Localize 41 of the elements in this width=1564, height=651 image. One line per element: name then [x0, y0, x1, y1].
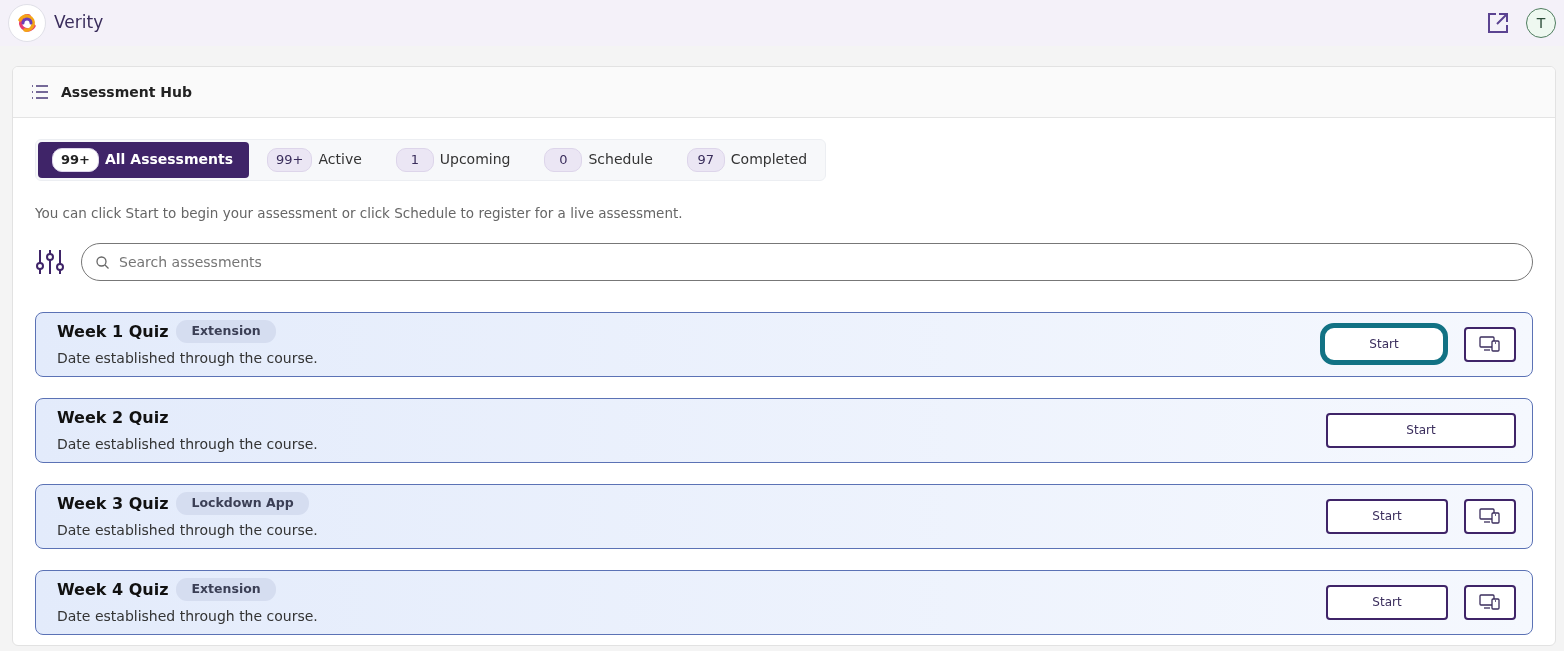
count-badge: 99+: [267, 148, 313, 172]
count-badge: 1: [395, 148, 434, 172]
start-button[interactable]: Start: [1326, 412, 1516, 448]
app-name: Verity: [54, 11, 104, 35]
filter-tab[interactable]: 99+ Active: [253, 142, 378, 178]
assessment-tag: Extension: [176, 578, 276, 602]
start-button[interactable]: Start: [1320, 323, 1448, 366]
assessment-title: Week 3 Quiz: [57, 492, 169, 515]
assessment-date: Date established through the course.: [57, 606, 318, 626]
filter-tab[interactable]: 99+ All Assessments: [38, 142, 250, 178]
app-logo-icon: [8, 4, 46, 42]
filter-sliders-icon[interactable]: [35, 247, 65, 276]
devices-icon: [1479, 336, 1501, 353]
user-avatar[interactable]: T: [1526, 8, 1556, 38]
assessment-title: Week 1 Quiz: [57, 320, 169, 343]
assessment-date: Date established through the course.: [57, 348, 318, 368]
search-field[interactable]: Search assessments: [81, 242, 1533, 281]
assessment-date: Date established through the course.: [57, 434, 318, 454]
panel-title: Assessment Hub: [61, 82, 192, 102]
assessment-title: Week 4 Quiz: [57, 578, 169, 601]
instruction-text: You can click Start to begin your assessment or click Schedule to register for a live assessment.: [35, 203, 684, 223]
assessment-tag: Extension: [176, 320, 276, 344]
devices-button[interactable]: [1464, 326, 1516, 362]
devices-button[interactable]: [1464, 498, 1516, 534]
devices-icon: [1479, 508, 1501, 525]
filter-tab[interactable]: 1 Upcoming: [381, 142, 527, 178]
external-link-icon[interactable]: [1486, 11, 1510, 35]
assessment-tag: Lockdown App: [176, 492, 309, 516]
list-icon: [31, 85, 49, 99]
filter-tab[interactable]: 97 Completed: [672, 142, 824, 178]
assessment-title: Week 2 Quiz: [57, 406, 169, 429]
assessment-date: Date established through the course.: [57, 520, 318, 540]
search-icon: [96, 255, 109, 269]
count-badge: 97: [686, 148, 725, 172]
count-badge: 0: [544, 148, 583, 172]
filter-tab[interactable]: 0 Schedule: [530, 142, 669, 178]
devices-button[interactable]: [1464, 584, 1516, 620]
start-button[interactable]: Start: [1326, 584, 1448, 620]
count-badge: 99+: [52, 148, 99, 172]
devices-icon: [1479, 594, 1501, 611]
start-button[interactable]: Start: [1326, 498, 1448, 534]
